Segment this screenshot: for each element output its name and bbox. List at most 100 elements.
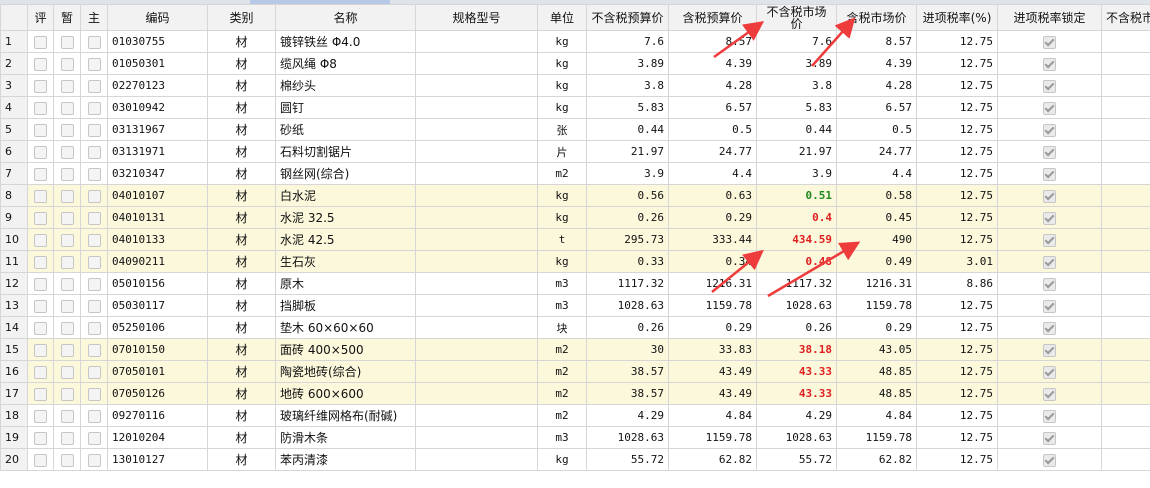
cell-budget-ex-tax[interactable]: 1117.32	[586, 272, 669, 295]
cell-unit[interactable]: m2	[537, 360, 587, 383]
tax-lock-checkbox[interactable]	[1043, 123, 1056, 137]
cell-spec[interactable]	[415, 162, 538, 185]
cell-zan[interactable]	[53, 30, 81, 53]
ping-checkbox[interactable]	[34, 145, 47, 159]
cell-budget-ex-tax[interactable]: 1028.63	[586, 294, 669, 317]
cell-unit[interactable]: kg	[537, 74, 587, 97]
cell-code[interactable]: 01030755	[107, 30, 208, 53]
cell-name[interactable]: 挡脚板	[275, 294, 416, 317]
cell-tax-lock[interactable]	[997, 338, 1102, 361]
cell-zhu[interactable]	[80, 52, 108, 75]
tax-lock-checkbox[interactable]	[1043, 343, 1056, 357]
cell-zan[interactable]	[53, 96, 81, 119]
cell-market-ex-tax[interactable]: 43.33	[756, 382, 837, 405]
cell-name[interactable]: 白水泥	[275, 184, 416, 207]
cell-spec[interactable]	[415, 228, 538, 251]
cell-tax-lock[interactable]	[997, 162, 1102, 185]
table-row[interactable]: 16 07050101 材陶瓷地砖(综合) m2 38.57 43.49 43.33 48.8…	[0, 360, 1150, 383]
cell-zan[interactable]	[53, 294, 81, 317]
cell-ping[interactable]	[27, 74, 54, 97]
table-row[interactable]: 18 09270116 材玻璃纤维网格布(耐碱) m2 4.29 4.84 4.29 4.84…	[0, 404, 1150, 427]
cell-ping[interactable]	[27, 162, 54, 185]
cell-market-ex-tax[interactable]: 43.33	[756, 360, 837, 383]
cell-name[interactable]: 垫木 60×60×60	[275, 316, 416, 339]
cell-tax-rate[interactable]: 12.75	[916, 360, 998, 383]
cell-name[interactable]: 防滑木条	[275, 426, 416, 449]
cell-market-ex-tax[interactable]: 0.48	[756, 250, 837, 273]
tax-lock-checkbox[interactable]	[1043, 35, 1056, 49]
tax-lock-checkbox[interactable]	[1043, 211, 1056, 225]
cell-market-ex-total[interactable]	[1101, 184, 1150, 207]
table-row[interactable]: 13 05030117 材挡脚板 m3 1028.63 1159.78 1028.63 115…	[0, 294, 1150, 317]
cell-zhu[interactable]	[80, 360, 108, 383]
zan-checkbox[interactable]	[60, 211, 74, 225]
col-header-code[interactable]: 编码	[107, 4, 208, 31]
cell-market-ex-tax[interactable]: 1117.32	[756, 272, 837, 295]
tax-lock-checkbox[interactable]	[1043, 255, 1056, 269]
zan-checkbox[interactable]	[60, 431, 74, 445]
cell-tax-lock[interactable]	[997, 118, 1102, 141]
cell-ping[interactable]	[27, 316, 54, 339]
cell-name[interactable]: 砂纸	[275, 118, 416, 141]
cell-market-in-tax[interactable]: 1216.31	[836, 272, 917, 295]
cell-spec[interactable]	[415, 404, 538, 427]
cell-budget-in-tax[interactable]: 6.57	[668, 96, 757, 119]
cell-spec[interactable]	[415, 140, 538, 163]
zhu-checkbox[interactable]	[87, 189, 101, 203]
cell-budget-ex-tax[interactable]: 3.9	[586, 162, 669, 185]
cell-code[interactable]: 03131971	[107, 140, 208, 163]
zhu-checkbox[interactable]	[87, 145, 101, 159]
cell-tax-lock[interactable]	[997, 426, 1102, 449]
cell-code[interactable]: 04010133	[107, 228, 208, 251]
cell-market-in-tax[interactable]: 0.45	[836, 206, 917, 229]
cell-budget-in-tax[interactable]: 4.4	[668, 162, 757, 185]
col-header-ping[interactable]: 评	[27, 4, 54, 31]
col-header-tax-rate[interactable]: 进项税率(%)	[916, 4, 998, 31]
cell-unit[interactable]: kg	[537, 30, 587, 53]
cell-tax-lock[interactable]	[997, 96, 1102, 119]
cell-budget-ex-tax[interactable]: 55.72	[586, 448, 669, 471]
cell-market-ex-tax[interactable]: 434.59	[756, 228, 837, 251]
cell-market-in-tax[interactable]: 4.84	[836, 404, 917, 427]
cell-ping[interactable]	[27, 448, 54, 471]
cell-spec[interactable]	[415, 52, 538, 75]
cell-zhu[interactable]	[80, 74, 108, 97]
cell-unit[interactable]: kg	[537, 52, 587, 75]
cell-code[interactable]: 12010204	[107, 426, 208, 449]
cell-name[interactable]: 圆钉	[275, 96, 416, 119]
cell-unit[interactable]: 片	[537, 140, 587, 163]
cell-spec[interactable]	[415, 30, 538, 53]
cell-tax-rate[interactable]: 12.75	[916, 52, 998, 75]
cell-zan[interactable]	[53, 228, 81, 251]
zan-checkbox[interactable]	[60, 321, 74, 335]
tax-lock-checkbox[interactable]	[1043, 321, 1056, 335]
col-header-zan[interactable]: 暂	[53, 4, 81, 31]
cell-zhu[interactable]	[80, 338, 108, 361]
cell-name[interactable]: 原木	[275, 272, 416, 295]
cell-market-ex-total[interactable]: 1	[1101, 360, 1150, 383]
cell-zan[interactable]	[53, 184, 81, 207]
cell-zan[interactable]	[53, 272, 81, 295]
zhu-checkbox[interactable]	[87, 35, 101, 49]
cell-tax-lock[interactable]	[997, 228, 1102, 251]
cell-budget-ex-tax[interactable]: 21.97	[586, 140, 669, 163]
cell-budget-ex-tax[interactable]: 0.26	[586, 316, 669, 339]
table-row[interactable]: 9 04010131材水泥 32.5 kg0.260.290.40.4512.75 1…	[0, 206, 1150, 229]
cell-market-ex-total[interactable]	[1101, 316, 1150, 339]
zhu-checkbox[interactable]	[87, 57, 101, 71]
cell-ping[interactable]	[27, 250, 54, 273]
cell-zhu[interactable]	[80, 184, 108, 207]
ping-checkbox[interactable]	[34, 277, 47, 291]
cell-tax-rate[interactable]: 12.75	[916, 74, 998, 97]
cell-tax-lock[interactable]	[997, 360, 1102, 383]
cell-market-in-tax[interactable]: 4.39	[836, 52, 917, 75]
cell-code[interactable]: 03010942	[107, 96, 208, 119]
cell-category[interactable]: 材	[207, 162, 276, 185]
cell-zan[interactable]	[53, 52, 81, 75]
cell-unit[interactable]: 块	[537, 316, 587, 339]
cell-ping[interactable]	[27, 118, 54, 141]
cell-category[interactable]: 材	[207, 360, 276, 383]
cell-market-ex-total[interactable]: 1	[1101, 382, 1150, 405]
tax-lock-checkbox[interactable]	[1043, 79, 1056, 93]
zan-checkbox[interactable]	[60, 57, 74, 71]
